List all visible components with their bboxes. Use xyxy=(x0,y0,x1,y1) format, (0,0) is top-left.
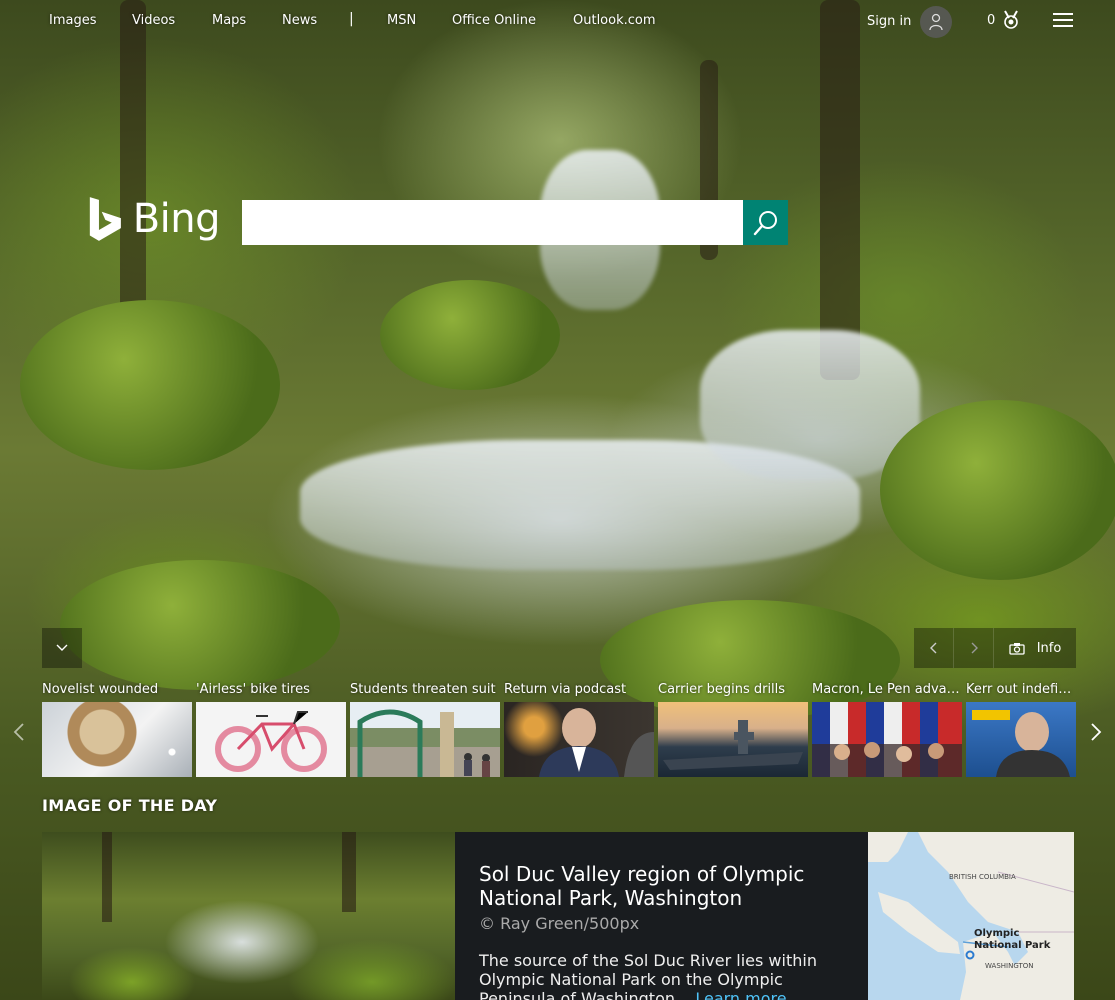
image-controls: Info xyxy=(914,628,1076,668)
nav-link-outlook[interactable]: Outlook.com xyxy=(573,13,656,28)
nav-link-news[interactable]: News xyxy=(282,13,317,28)
news-thumbnail xyxy=(504,702,654,777)
image-of-the-day-title[interactable]: Sol Duc Valley region of Olympic Nationa… xyxy=(479,862,859,910)
user-icon xyxy=(929,13,943,31)
chevron-left-icon xyxy=(929,642,936,654)
news-card[interactable]: Return via podcast xyxy=(504,681,654,777)
news-card-title: Carrier begins drills xyxy=(658,682,786,697)
map-label-state: WASHINGTON xyxy=(985,962,1034,970)
nav-separator: | xyxy=(349,11,354,27)
next-image-button[interactable] xyxy=(954,628,994,668)
image-of-the-day-heading: IMAGE OF THE DAY xyxy=(42,796,218,815)
nav-link-maps[interactable]: Maps xyxy=(212,13,246,28)
search-icon xyxy=(753,210,777,235)
top-navigation: Images Videos Maps News | MSN Office Onl… xyxy=(0,0,1115,44)
news-card[interactable]: Kerr out indefinitely xyxy=(966,681,1076,777)
mossy-rock xyxy=(380,280,560,390)
news-card[interactable]: Novelist wounded xyxy=(42,681,192,777)
rewards-medal-icon[interactable] xyxy=(1001,10,1021,30)
news-thumbnail xyxy=(196,702,346,777)
image-info-button[interactable]: Info xyxy=(994,628,1076,668)
map-label-park: Olympic National Park xyxy=(974,928,1051,951)
logo-text: Bing xyxy=(132,196,221,242)
news-card-title: Novelist wounded xyxy=(42,682,159,697)
image-of-the-day-text: Sol Duc Valley region of Olympic Nationa… xyxy=(479,862,859,1000)
nav-link-msn[interactable]: MSN xyxy=(387,13,416,28)
camera-icon xyxy=(1009,642,1025,655)
nav-link-videos[interactable]: Videos xyxy=(132,13,175,28)
bicycle-icon xyxy=(215,711,327,772)
learn-more-link[interactable]: Learn more xyxy=(695,989,786,1000)
avatar[interactable] xyxy=(920,6,952,38)
news-card-title: Students threaten suit xyxy=(350,682,496,697)
news-carousel-next-button[interactable] xyxy=(1079,700,1113,764)
sign-in-link[interactable]: Sign in xyxy=(867,14,911,29)
chevron-down-icon xyxy=(56,644,68,651)
chevron-right-icon xyxy=(971,642,978,654)
news-thumbnail xyxy=(812,702,962,777)
map-graphic xyxy=(868,832,1074,1000)
previous-image-button[interactable] xyxy=(914,628,954,668)
nav-link-office-online[interactable]: Office Online xyxy=(452,13,536,28)
news-thumbnail xyxy=(658,702,808,777)
news-card-title: Return via podcast xyxy=(504,682,627,697)
rewards-count[interactable]: 0 xyxy=(987,13,995,28)
news-card-title: 'Airless' bike tires xyxy=(196,682,310,697)
mossy-rock xyxy=(880,400,1115,580)
map-label-region: BRITISH COLUMBIA xyxy=(949,873,1016,881)
location-map[interactable]: BRITISH COLUMBIA Olympic National Park W… xyxy=(868,832,1074,1000)
search-input[interactable] xyxy=(242,200,743,245)
news-thumbnail xyxy=(42,702,192,777)
tree-trunk xyxy=(820,0,860,380)
news-thumbnail xyxy=(966,702,1076,777)
bing-logo[interactable]: Bing xyxy=(88,192,221,246)
news-card[interactable]: 'Airless' bike tires xyxy=(196,681,346,777)
news-card[interactable]: Carrier begins drills xyxy=(658,681,808,777)
menu-hamburger-icon[interactable] xyxy=(1053,13,1073,29)
bing-b-icon xyxy=(89,197,121,241)
search-button[interactable] xyxy=(743,200,788,245)
news-carousel-prev-button[interactable] xyxy=(2,700,36,764)
image-of-the-day-panel: Sol Duc Valley region of Olympic Nationa… xyxy=(42,832,1074,1000)
news-card-title: Kerr out indefinitely xyxy=(966,682,1076,697)
mossy-rock xyxy=(20,300,280,470)
chevron-left-icon xyxy=(13,723,24,741)
info-label: Info xyxy=(1036,640,1062,656)
collapse-button[interactable] xyxy=(42,628,82,668)
news-card[interactable]: Macron, Le Pen advance xyxy=(812,681,962,777)
news-card[interactable]: Students threaten suit xyxy=(350,681,500,777)
mossy-rock xyxy=(60,560,340,690)
nav-link-images[interactable]: Images xyxy=(49,13,97,28)
image-of-the-day-photo[interactable] xyxy=(42,832,455,1000)
chevron-right-icon xyxy=(1091,723,1102,741)
image-credit: © Ray Green/500px xyxy=(479,914,640,933)
news-thumbnail xyxy=(350,702,500,777)
news-card-title: Macron, Le Pen advance xyxy=(812,682,962,697)
image-description: The source of the Sol Duc River lies wit… xyxy=(479,951,859,1000)
